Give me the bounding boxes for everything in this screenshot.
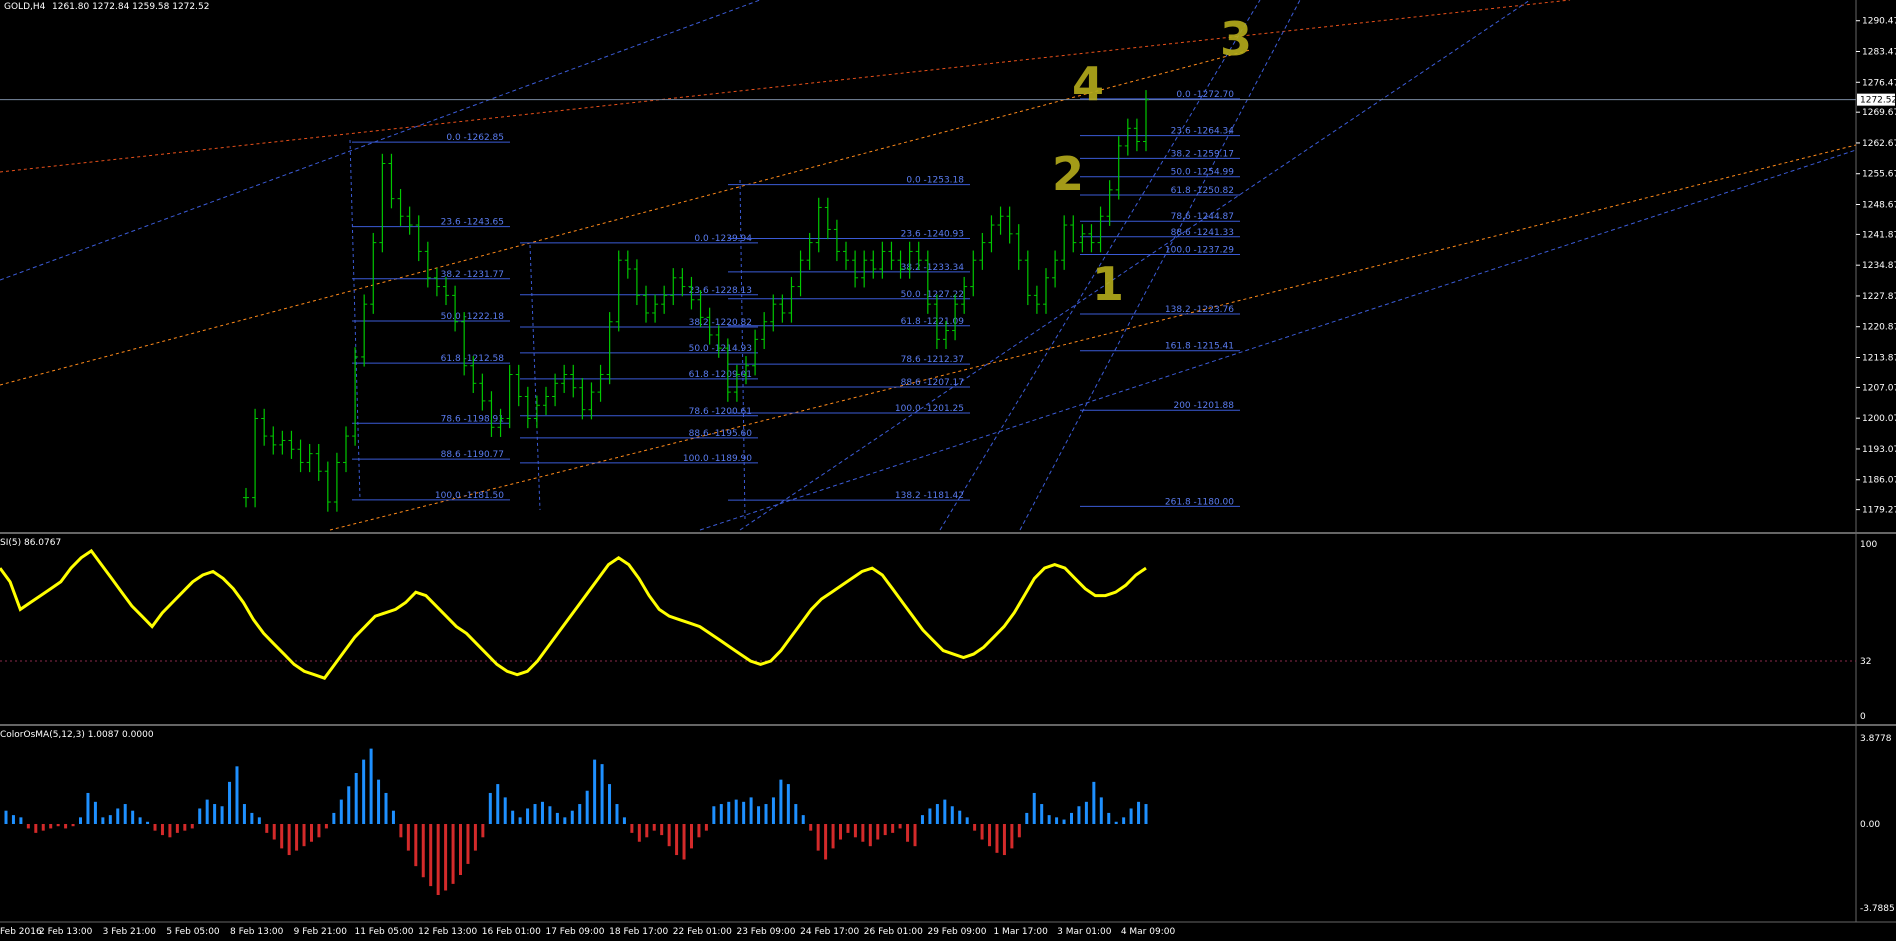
fib-level-label: 161.8 -1215.41 — [1165, 342, 1234, 352]
time-tick-label: 17 Feb 09:00 — [545, 927, 604, 937]
price-tick-label: 1255.67 — [1862, 170, 1896, 180]
fib-level-label: 0.0 -1253.18 — [906, 176, 964, 186]
fib-level-label: 100.0 -1189.90 — [683, 454, 752, 464]
fib-level-label: 78.6 -1244.87 — [1171, 212, 1234, 222]
time-tick-label: 26 Feb 01:00 — [864, 927, 923, 937]
price-tick-label: 1262.67 — [1862, 139, 1896, 149]
wave-label: 4 — [1072, 57, 1104, 111]
fib-level-label: 100.0 -1237.29 — [1165, 246, 1234, 256]
price-tick-label: 1200.07 — [1862, 414, 1896, 424]
fib-level-label: 38.2 -1259.17 — [1171, 149, 1234, 159]
osma-tick-label: -3.7885 — [1860, 904, 1895, 914]
time-tick-label: 11 Feb 05:00 — [354, 927, 413, 937]
price-tick-label: 1186.07 — [1862, 476, 1896, 486]
wave-label: 3 — [1220, 12, 1252, 66]
fib-level-label: 0.0 -1262.85 — [446, 133, 504, 143]
price-tick-label: 1276.47 — [1862, 78, 1896, 88]
fib-level-label: 100.0 -1201.25 — [895, 404, 964, 414]
time-tick-label: 9 Feb 21:00 — [294, 927, 348, 937]
wave-label: 1 — [1092, 257, 1124, 311]
time-tick-label: 8 Feb 13:00 — [230, 927, 284, 937]
fib-level-label: 61.8 -1250.82 — [1171, 186, 1234, 196]
time-tick-label: 29 Feb 09:00 — [927, 927, 986, 937]
time-tick-label: 3 Mar 01:00 — [1057, 927, 1112, 937]
fib-level-label: 138.2 -1181.42 — [895, 491, 964, 501]
price-tick-label: 1213.87 — [1862, 354, 1896, 364]
time-tick-label: 24 Feb 17:00 — [800, 927, 859, 937]
rsi-tick-label: 100 — [1860, 540, 1877, 550]
fib-level-label: 78.6 -1212.37 — [901, 355, 964, 365]
fib-level-label: 88.6 -1195.60 — [689, 429, 753, 439]
fib-level-label: 23.6 -1243.65 — [441, 218, 504, 228]
price-tick-label: 1283.47 — [1862, 48, 1896, 58]
chart-header-symbol: GOLD,H4 — [4, 2, 46, 12]
price-tick-label: 1269.67 — [1862, 108, 1896, 118]
time-tick-label: 5 Feb 05:00 — [166, 927, 220, 937]
fib-level-label: 50.0 -1214.93 — [689, 344, 752, 354]
time-tick-label: Feb 2016 — [0, 927, 42, 937]
price-tick-label: 1207.07 — [1862, 383, 1896, 393]
fib-level-label: 88.6 -1241.33 — [1171, 228, 1234, 238]
time-tick-label: 18 Feb 17:00 — [609, 927, 668, 937]
rsi-title: SI(5) 86.0767 — [0, 538, 61, 548]
wave-label: 2 — [1052, 147, 1084, 201]
price-tick-label: 1234.87 — [1862, 261, 1896, 271]
osma-title: ColorOsMA(5,12,3) 1.0087 0.0000 — [0, 730, 154, 740]
trading-chart[interactable]: 0.0 -1262.85 23.6 -1243.65 38.2 -1231.77 50… — [0, 0, 1896, 941]
fib-level-label: 23.6 -1240.93 — [901, 230, 964, 240]
fib-level-label: 88.6 -1190.77 — [441, 450, 504, 460]
fib-level-label: 261.8 -1180.00 — [1165, 497, 1234, 507]
fib-level-label: 61.8 -1212.58 — [441, 354, 505, 364]
time-tick-label: 2 Feb 13:00 — [39, 927, 93, 937]
fib-level-label: 78.6 -1200.61 — [689, 407, 752, 417]
fib-level-label: 61.8 -1209.01 — [689, 370, 752, 380]
fib-level-label: 23.6 -1264.34 — [1171, 127, 1235, 137]
fib-level-label: 0.0 -1272.70 — [1176, 90, 1234, 100]
fib-level-label: 138.2 -1223.76 — [1165, 305, 1234, 315]
rsi-tick-label: 32 — [1860, 657, 1871, 667]
time-axis[interactable]: Feb 20162 Feb 13:00 3 Feb 21:00 5 Feb 05:0… — [0, 927, 1175, 937]
chart-header-ohlc: 1261.80 1272.84 1259.58 1272.52 — [52, 2, 209, 12]
fib-level-label: 23.6 -1228.13 — [689, 286, 752, 296]
time-tick-label: 12 Feb 13:00 — [418, 927, 477, 937]
current-price-label: 1272.52 — [1860, 96, 1896, 106]
rsi-tick-label: 0 — [1860, 712, 1866, 722]
price-tick-label: 1227.87 — [1862, 292, 1896, 302]
price-tick-label: 1248.67 — [1862, 201, 1896, 211]
time-tick-label: 16 Feb 01:00 — [482, 927, 541, 937]
fib-level-label: 200 -1201.88 — [1173, 401, 1234, 411]
fib-level-label: 100.0 -1181.50 — [435, 491, 504, 501]
osma-tick-label: 0.00 — [1860, 820, 1880, 830]
fib-level-label: 50.0 -1222.18 — [441, 312, 505, 322]
price-tick-label: 1179.27 — [1862, 506, 1896, 516]
chart-background — [0, 0, 1896, 941]
time-tick-label: 3 Feb 21:00 — [103, 927, 157, 937]
fib-level-label: 38.2 -1231.77 — [441, 270, 504, 280]
time-tick-label: 1 Mar 17:00 — [993, 927, 1048, 937]
time-tick-label: 22 Feb 01:00 — [673, 927, 732, 937]
price-tick-label: 1220.87 — [1862, 323, 1896, 333]
time-tick-label: 23 Feb 09:00 — [736, 927, 795, 937]
osma-tick-label: 3.8778 — [1860, 734, 1892, 744]
price-tick-label: 1241.87 — [1862, 230, 1896, 240]
fib-level-label: 88.6 -1207.17 — [901, 378, 964, 388]
fib-level-label: 38.2 -1220.82 — [689, 318, 752, 328]
time-tick-label: 4 Mar 09:00 — [1121, 927, 1176, 937]
fib-level-label: 78.6 -1198.91 — [441, 414, 504, 424]
price-tick-label: 1193.07 — [1862, 445, 1896, 455]
fib-level-label: 50.0 -1254.99 — [1171, 168, 1235, 178]
price-tick-label: 1290.47 — [1862, 17, 1896, 27]
